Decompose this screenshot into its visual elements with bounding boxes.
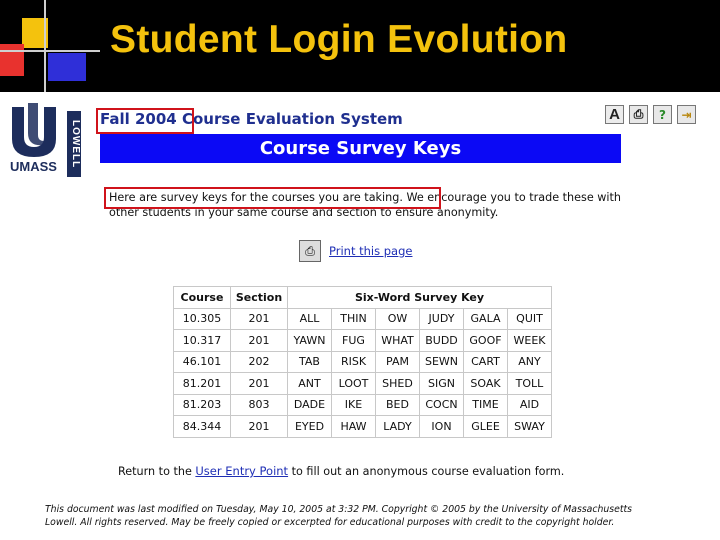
- table-row: 10.317 201 YAWN FUG WHAT BUDD GOOF WEEK: [173, 329, 552, 352]
- table-header-row: Course Section Six-Word Survey Key: [173, 286, 552, 309]
- toolbar: A ⎙ ? ⇥: [605, 105, 696, 124]
- logo-lowell-text: LOWELL: [67, 111, 81, 177]
- key-word-cell: OW: [375, 307, 420, 330]
- deco-red-square: [0, 44, 24, 76]
- course-cell: 84.344: [173, 415, 231, 438]
- system-label: Course Evaluation System: [181, 110, 403, 128]
- survey-keys-table: Course Section Six-Word Survey Key 10.30…: [173, 286, 552, 438]
- deco-horizontal-line: [0, 50, 100, 52]
- table-row: 84.344 201 EYED HAW LADY ION GLEE SWAY: [173, 415, 552, 438]
- header-survey-key: Six-Word Survey Key: [287, 286, 552, 309]
- key-word-cell: YAWN: [287, 329, 332, 352]
- slide-title: Student Login Evolution: [110, 18, 568, 61]
- key-word-cell: TOLL: [507, 372, 552, 395]
- key-word-cell: SHED: [375, 372, 420, 395]
- semester-highlight-box: [96, 108, 194, 134]
- user-entry-point-link[interactable]: User Entry Point: [195, 464, 288, 478]
- key-word-cell: ANY: [507, 350, 552, 373]
- key-word-cell: COCN: [419, 393, 464, 416]
- key-word-cell: BED: [375, 393, 420, 416]
- section-cell: 202: [230, 350, 288, 373]
- umass-lowell-logo: UMASS LOWELL: [8, 101, 82, 177]
- umass-logo-mark: [12, 103, 56, 157]
- key-word-cell: LADY: [375, 415, 420, 438]
- intro-highlight-box: [104, 187, 441, 209]
- key-word-cell: THIN: [331, 307, 376, 330]
- return-after: to fill out an anonymous course evaluati…: [288, 465, 565, 478]
- course-cell: 81.203: [173, 393, 231, 416]
- section-cell: 201: [230, 307, 288, 330]
- key-word-cell: GOOF: [463, 329, 508, 352]
- deco-vertical-line: [44, 0, 46, 92]
- key-word-cell: JUDY: [419, 307, 464, 330]
- key-word-cell: LOOT: [331, 372, 376, 395]
- font-size-button[interactable]: A: [605, 105, 624, 124]
- print-icon[interactable]: ⎙: [629, 105, 648, 124]
- key-word-cell: DADE: [287, 393, 332, 416]
- section-cell: 201: [230, 329, 288, 352]
- key-word-cell: ION: [419, 415, 464, 438]
- help-icon[interactable]: ?: [653, 105, 672, 124]
- course-cell: 10.317: [173, 329, 231, 352]
- key-word-cell: HAW: [331, 415, 376, 438]
- print-row: ⎙ Print this page: [299, 240, 412, 262]
- page-banner: Course Survey Keys: [100, 134, 621, 163]
- key-word-cell: FUG: [331, 329, 376, 352]
- key-word-cell: PAM: [375, 350, 420, 373]
- key-word-cell: IKE: [331, 393, 376, 416]
- key-word-cell: GLEE: [463, 415, 508, 438]
- key-word-cell: ANT: [287, 372, 332, 395]
- return-before: Return to the: [118, 465, 196, 478]
- key-word-cell: TAB: [287, 350, 332, 373]
- key-word-cell: BUDD: [419, 329, 464, 352]
- section-cell: 201: [230, 372, 288, 395]
- table-row: 81.203 803 DADE IKE BED COCN TIME AID: [173, 393, 552, 416]
- deco-blue-square: [48, 53, 86, 81]
- key-word-cell: SOAK: [463, 372, 508, 395]
- course-cell: 46.101: [173, 350, 231, 373]
- print-page-link[interactable]: Print this page: [329, 244, 412, 258]
- course-cell: 81.201: [173, 372, 231, 395]
- table-row: 46.101 202 TAB RISK PAM SEWN CART ANY: [173, 350, 552, 373]
- table-row: 10.305 201 ALL THIN OW JUDY GALA QUIT: [173, 307, 552, 330]
- logo-umass-text: UMASS: [10, 159, 57, 174]
- section-cell: 201: [230, 415, 288, 438]
- key-word-cell: ALL: [287, 307, 332, 330]
- key-word-cell: SEWN: [419, 350, 464, 373]
- section-cell: 803: [230, 393, 288, 416]
- key-word-cell: GALA: [463, 307, 508, 330]
- key-word-cell: SWAY: [507, 415, 552, 438]
- key-word-cell: WEEK: [507, 329, 552, 352]
- key-word-cell: SIGN: [419, 372, 464, 395]
- key-word-cell: TIME: [463, 393, 508, 416]
- webpage-screenshot: UMASS LOWELL Fall 2004 Course Evaluation…: [0, 92, 720, 540]
- key-word-cell: RISK: [331, 350, 376, 373]
- footer-note: This document was last modified on Tuesd…: [45, 504, 632, 528]
- key-word-cell: WHAT: [375, 329, 420, 352]
- key-word-cell: AID: [507, 393, 552, 416]
- key-word-cell: EYED: [287, 415, 332, 438]
- printer-icon[interactable]: ⎙: [299, 240, 321, 262]
- header-section: Section: [230, 286, 288, 309]
- return-line: Return to the User Entry Point to fill o…: [118, 464, 564, 478]
- exit-icon[interactable]: ⇥: [677, 105, 696, 124]
- key-word-cell: CART: [463, 350, 508, 373]
- course-cell: 10.305: [173, 307, 231, 330]
- key-word-cell: QUIT: [507, 307, 552, 330]
- header-course: Course: [173, 286, 231, 309]
- table-row: 81.201 201 ANT LOOT SHED SIGN SOAK TOLL: [173, 372, 552, 395]
